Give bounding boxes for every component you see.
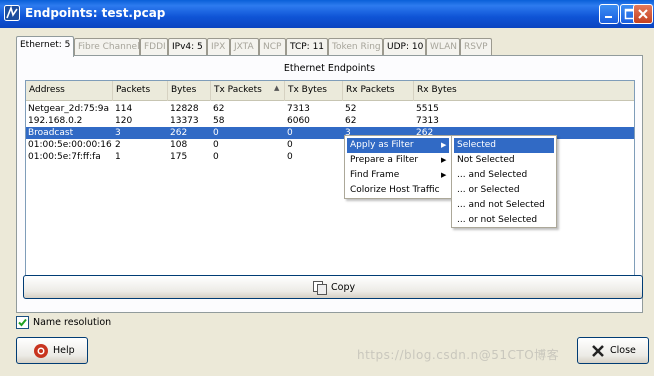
cell-tx-bytes: 6060 bbox=[287, 116, 310, 126]
copy-button[interactable]: Copy bbox=[23, 275, 643, 299]
menu-item-colorize-host-traffic[interactable]: Colorize Host Traffic bbox=[347, 183, 449, 198]
menu-item-label: Find Frame bbox=[350, 170, 400, 180]
tab-fddi[interactable]: FDDI bbox=[140, 38, 168, 56]
menu-item-apply-as-filter[interactable]: Apply as Filter ▶ bbox=[347, 138, 449, 153]
menu-item-prepare-a-filter[interactable]: Prepare a Filter ▶ bbox=[347, 153, 449, 168]
submenu-arrow-icon: ▶ bbox=[441, 156, 447, 164]
wireshark-app-icon bbox=[4, 5, 20, 21]
cell-address: 192.168.0.2 bbox=[28, 116, 83, 126]
submenu-item-selected[interactable]: Selected bbox=[454, 138, 554, 153]
cell-packets: 120 bbox=[115, 116, 133, 126]
cell-packets: 3 bbox=[115, 128, 121, 138]
minimize-button[interactable] bbox=[599, 4, 619, 24]
context-menu: Apply as Filter ▶ Prepare a Filter ▶ Fin… bbox=[344, 135, 452, 199]
cell-tx-packets: 58 bbox=[213, 116, 225, 126]
tab-ethernet[interactable]: Ethernet: 5 bbox=[16, 36, 74, 57]
submenu-item-not-selected[interactable]: Not Selected bbox=[454, 153, 554, 168]
cell-tx-bytes: 0 bbox=[287, 152, 293, 162]
submenu-arrow-icon: ▶ bbox=[441, 171, 447, 179]
tab-ipv4[interactable]: IPv4: 5 bbox=[168, 38, 207, 56]
cell-bytes: 108 bbox=[170, 140, 188, 150]
menu-item-label: Prepare a Filter bbox=[350, 155, 419, 165]
table-header: Address Packets Bytes Tx Packets ▲ Tx By… bbox=[26, 81, 634, 101]
cell-bytes: 175 bbox=[170, 152, 188, 162]
close-button-label: Close bbox=[610, 345, 636, 356]
panel-title: Ethernet Endpoints bbox=[283, 63, 376, 74]
cell-address: Broadcast bbox=[28, 128, 74, 138]
check-icon bbox=[18, 318, 27, 327]
cell-tx-packets: 0 bbox=[213, 140, 219, 150]
cell-packets: 2 bbox=[115, 140, 121, 150]
copy-icon bbox=[313, 281, 327, 295]
menu-item-label: Apply as Filter bbox=[350, 140, 414, 150]
name-resolution-label: Name resolution bbox=[33, 317, 112, 328]
tab-ncp[interactable]: NCP bbox=[259, 38, 286, 56]
tab-wlan[interactable]: WLAN bbox=[426, 38, 460, 56]
cell-tx-bytes: 0 bbox=[287, 128, 293, 138]
table-row[interactable]: 192.168.0.2 120 13373 58 6060 62 7313 bbox=[26, 115, 634, 127]
watermark-text: https://blog.csdn.n@51CTO博客 bbox=[357, 348, 560, 362]
cell-tx-bytes: 7313 bbox=[287, 104, 310, 114]
cell-address: 01:00:5e:7f:ff:fa bbox=[28, 152, 101, 162]
tab-tcp[interactable]: TCP: 11 bbox=[286, 38, 328, 56]
submenu-item-or-not-selected[interactable]: ... or not Selected bbox=[454, 213, 554, 228]
endpoints-window: Endpoints: test.pcap Ethernet: 5 Fibre C… bbox=[0, 0, 654, 376]
help-button[interactable]: Help bbox=[16, 337, 88, 364]
cell-tx-bytes: 0 bbox=[287, 140, 293, 150]
column-header-address[interactable]: Address bbox=[26, 81, 113, 101]
cell-packets: 114 bbox=[115, 104, 133, 114]
menu-item-find-frame[interactable]: Find Frame ▶ bbox=[347, 168, 449, 183]
submenu-item-or-selected[interactable]: ... or Selected bbox=[454, 183, 554, 198]
close-icon bbox=[592, 345, 604, 357]
cell-rx-packets: 52 bbox=[345, 104, 357, 114]
column-header-tx-bytes[interactable]: Tx Bytes bbox=[285, 81, 343, 101]
cell-bytes: 12828 bbox=[170, 104, 199, 114]
close-window-button[interactable] bbox=[633, 4, 653, 24]
title-bar[interactable]: Endpoints: test.pcap bbox=[0, 0, 654, 28]
copy-button-label: Copy bbox=[331, 282, 356, 293]
cell-tx-packets: 62 bbox=[213, 104, 225, 114]
cell-rx-bytes: 7313 bbox=[416, 116, 439, 126]
cell-tx-packets: 0 bbox=[213, 128, 219, 138]
sort-arrow-icon: ▲ bbox=[274, 84, 280, 92]
submenu-item-and-selected[interactable]: ... and Selected bbox=[454, 168, 554, 183]
submenu-arrow-icon: ▶ bbox=[441, 141, 447, 149]
submenu-item-and-not-selected[interactable]: ... and not Selected bbox=[454, 198, 554, 213]
column-header-rx-bytes[interactable]: Rx Bytes bbox=[414, 81, 636, 101]
tab-rsvp[interactable]: RSVP bbox=[460, 38, 492, 56]
column-header-rx-packets[interactable]: Rx Packets bbox=[343, 81, 414, 101]
minimize-icon bbox=[605, 16, 612, 18]
tab-jxta[interactable]: JXTA bbox=[230, 38, 259, 56]
cell-rx-packets: 62 bbox=[345, 116, 357, 126]
close-button[interactable]: Close bbox=[577, 337, 649, 364]
cell-rx-bytes: 5515 bbox=[416, 104, 439, 114]
cell-bytes: 13373 bbox=[170, 116, 199, 126]
close-icon bbox=[638, 9, 648, 19]
tab-token-ring[interactable]: Token Ring bbox=[328, 38, 383, 56]
cell-bytes: 262 bbox=[170, 128, 188, 138]
tab-udp[interactable]: UDP: 10 bbox=[383, 38, 426, 56]
tab-fibre-channel[interactable]: Fibre Channel bbox=[74, 38, 140, 56]
column-header-bytes[interactable]: Bytes bbox=[168, 81, 211, 101]
table-row[interactable]: Netgear_2d:75:9a 114 12828 62 7313 52 55… bbox=[26, 103, 634, 115]
help-icon bbox=[34, 344, 48, 358]
cell-address: Netgear_2d:75:9a bbox=[28, 104, 109, 114]
tab-ipx[interactable]: IPX bbox=[207, 38, 230, 56]
help-button-label: Help bbox=[53, 345, 75, 356]
name-resolution-checkbox[interactable] bbox=[16, 316, 29, 329]
cell-tx-packets: 0 bbox=[213, 152, 219, 162]
cell-address: 01:00:5e:00:00:16 bbox=[28, 140, 112, 150]
window-title: Endpoints: test.pcap bbox=[25, 6, 166, 20]
cell-packets: 1 bbox=[115, 152, 121, 162]
apply-as-filter-submenu: Selected Not Selected ... and Selected .… bbox=[451, 135, 557, 228]
column-header-packets[interactable]: Packets bbox=[113, 81, 168, 101]
